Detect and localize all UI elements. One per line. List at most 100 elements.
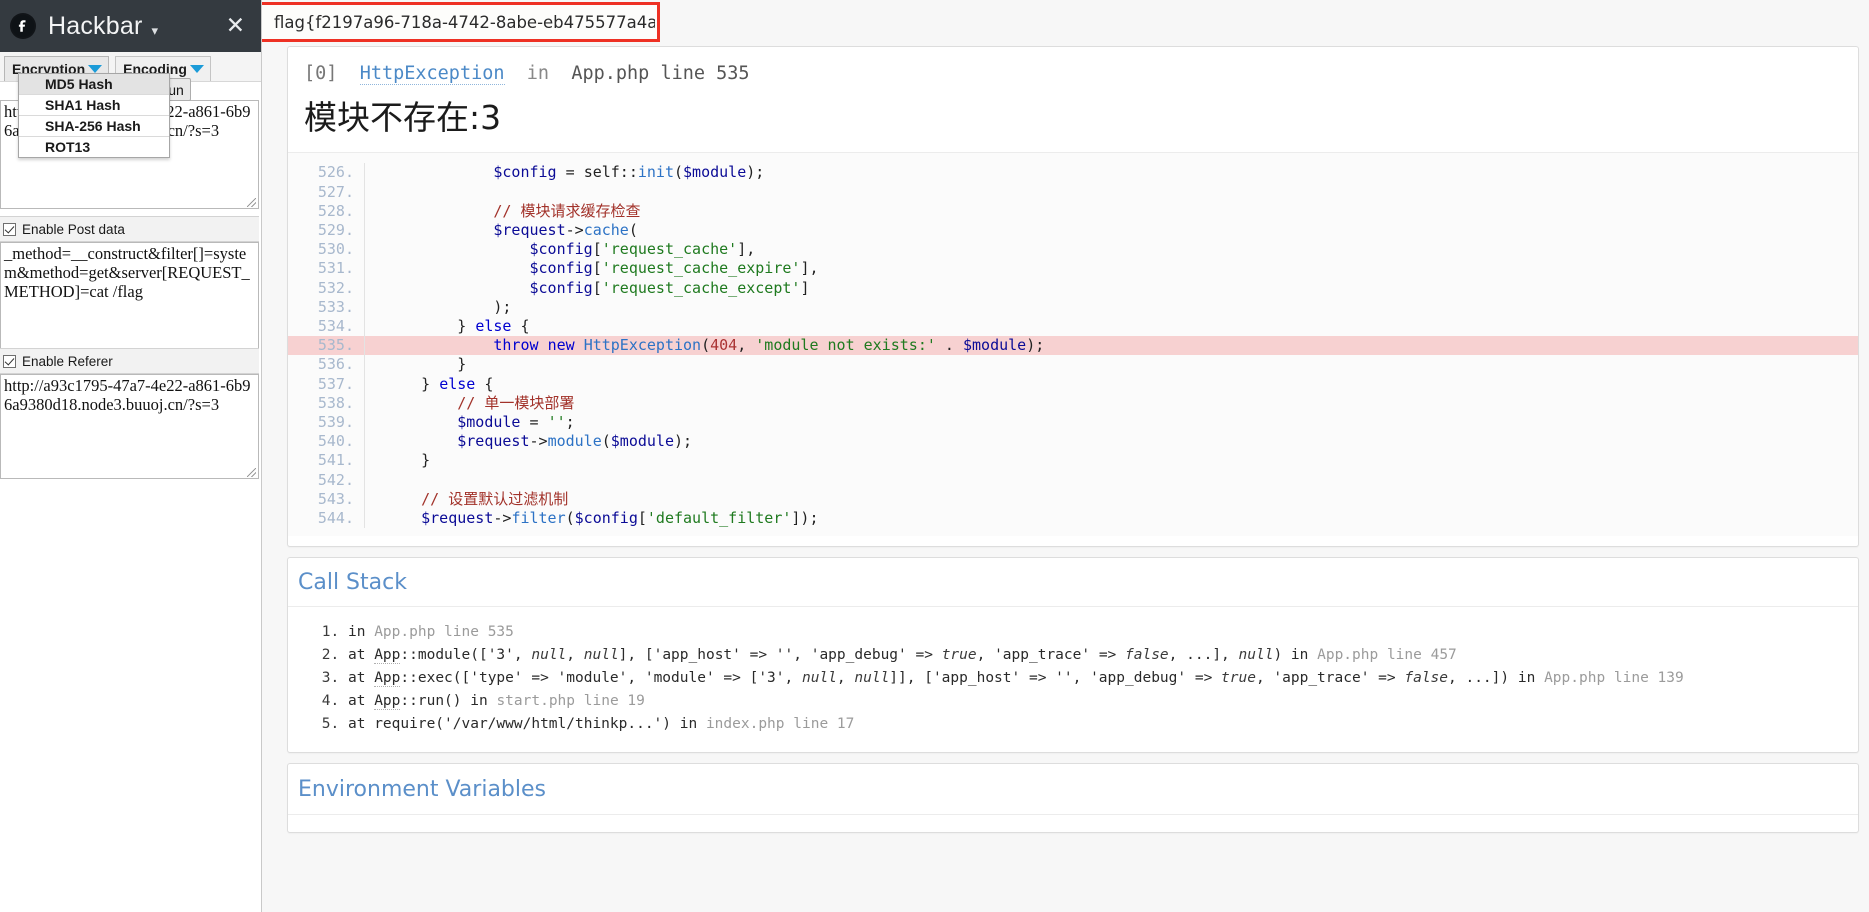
code-line-text: } else { (385, 374, 494, 393)
code-line-text: } else { (385, 316, 530, 335)
hackbar-logo-icon (10, 13, 36, 39)
menu-item-sha256-hash[interactable]: SHA-256 Hash (19, 116, 169, 137)
code-line-number: 530. (288, 240, 365, 260)
code-line-text: // 模块请求缓存检查 (493, 201, 641, 220)
code-line: 542. (288, 470, 1858, 490)
code-line-number: 543. (288, 489, 365, 509)
code-line: 527. (288, 182, 1858, 202)
menu-item-sha1-hash[interactable]: SHA1 Hash (19, 95, 169, 116)
menu-item-md5-hash[interactable]: MD5 Hash (19, 74, 169, 95)
code-line: 535. throw new HttpException(404, 'modul… (288, 336, 1858, 356)
code-line-number: 533. (288, 297, 365, 317)
code-line-number: 544. (288, 508, 365, 529)
post-data-input[interactable]: _method=__construct&filter[]=system&meth… (0, 242, 259, 360)
code-line-number: 536. (288, 355, 365, 375)
enable-post-data-checkbox[interactable] (3, 222, 16, 236)
environment-variables-title: Environment Variables (288, 764, 1858, 816)
call-stack-item: at App::exec(['type' => 'module', 'modul… (348, 667, 1848, 690)
code-line: 533. ); (288, 297, 1858, 317)
enable-post-data-row[interactable]: Enable Post data (0, 216, 259, 242)
enable-post-data-label: Enable Post data (22, 221, 125, 237)
chevron-down-icon (189, 64, 204, 73)
code-line: 536. } (288, 355, 1858, 375)
code-line-number: 538. (288, 393, 365, 413)
code-line-number: 526. (288, 163, 365, 183)
code-line-number: 542. (288, 470, 365, 490)
exception-header-card: [0] HttpException in App.php line 535 模块… (287, 46, 1859, 548)
code-line: 543. // 设置默认过滤机制 (288, 489, 1858, 509)
code-line-number: 532. (288, 278, 365, 298)
code-line-text: // 设置默认过滤机制 (421, 489, 569, 508)
exception-message: 模块不存在:3 (304, 98, 502, 137)
call-stack-item: at App::run() in start.php line 19 (348, 690, 1848, 713)
code-line: 538. // 单一模块部署 (288, 393, 1858, 413)
code-line-number: 535. (288, 336, 365, 356)
code-line: 526. $config = self::init($module); (288, 163, 1858, 183)
environment-variables-card: Environment Variables (287, 763, 1859, 834)
code-line: 541. } (288, 451, 1858, 471)
menu-item-rot13[interactable]: ROT13 (19, 137, 169, 157)
source-code-block: 526. $config = self::init($module); 527. 5… (288, 152, 1858, 537)
code-line: 534. } else { (288, 316, 1858, 337)
code-line-number: 529. (288, 220, 365, 241)
close-icon[interactable]: ✕ (222, 13, 249, 40)
code-line-text: throw new HttpException(404, 'module not… (493, 336, 1045, 355)
code-line-text: $config['request_cache_expire'], (529, 259, 819, 278)
hackbar-panel: Hackbar ▾ ✕ Encryption Encoding Run http… (0, 0, 262, 912)
thinkphp-exception-page: [0] HttpException in App.php line 535 模块… (262, 0, 1869, 912)
enable-referer-label: Enable Referer (22, 353, 113, 369)
encryption-dropdown-menu: MD5 Hash SHA1 Hash SHA-256 Hash ROT13 (18, 73, 170, 158)
code-line-text: $request->module($module); (457, 432, 693, 451)
code-line: 531. $config['request_cache_expire'], (288, 259, 1858, 279)
code-line: 530. $config['request_cache'], (288, 240, 1858, 260)
code-line-number: 528. (288, 201, 365, 221)
enable-referer-row[interactable]: Enable Referer (0, 348, 259, 374)
referer-section: Enable Referer http://a93c1795-47a7-4e22… (0, 348, 259, 479)
chevron-down-icon (88, 64, 103, 73)
call-stack-list: in App.php line 535at App::module(['3', … (288, 607, 1858, 752)
enable-referer-checkbox[interactable] (3, 354, 16, 368)
code-line-number: 534. (288, 316, 365, 337)
exception-file-line: App.php line 535 (571, 63, 750, 84)
code-line-text: } (385, 451, 431, 470)
code-line-text: } (385, 355, 467, 374)
exception-in-word: in (526, 63, 550, 84)
referer-input[interactable]: http://a93c1795-47a7-4e22-a861-6b96a9380… (0, 374, 259, 479)
hackbar-titlebar: Hackbar ▾ ✕ (0, 0, 261, 52)
post-data-section: Enable Post data _method=__construct&fil… (0, 216, 259, 360)
hackbar-title: Hackbar (48, 11, 143, 40)
exception-class-link[interactable]: HttpException (359, 63, 505, 85)
code-line-text: $module = ''; (457, 412, 575, 431)
code-line-text: $config['request_cache'], (529, 240, 756, 259)
code-line: 544. $request->filter($config['default_f… (288, 508, 1858, 529)
code-line-text: $request->filter($config['default_filter… (421, 508, 819, 527)
code-line: 540. $request->module($module); (288, 432, 1858, 452)
code-line-number: 537. (288, 374, 365, 394)
call-stack-card: Call Stack in App.php line 535at App::mo… (287, 557, 1859, 754)
code-line-number: 527. (288, 182, 365, 202)
flag-input[interactable] (262, 11, 657, 33)
call-stack-item: at require('/var/www/html/thinkp...') in… (348, 713, 1848, 736)
code-line-text: ); (385, 297, 512, 316)
call-stack-item: in App.php line 535 (348, 621, 1848, 644)
chevron-down-icon[interactable]: ▾ (152, 24, 159, 37)
code-line: 528. // 模块请求缓存检查 (288, 201, 1858, 221)
code-line: 539. $module = ''; (288, 412, 1858, 433)
code-line-number: 540. (288, 432, 365, 452)
exception-title-line: [0] HttpException in App.php line 535 (288, 63, 1858, 98)
screen-root: Hackbar ▾ ✕ Encryption Encoding Run http… (0, 0, 1869, 912)
flag-field-highlight (262, 2, 660, 42)
code-line-text: $config = self::init($module); (493, 163, 765, 182)
code-line-number: 531. (288, 259, 365, 279)
code-line-number: 539. (288, 412, 365, 433)
code-line-number: 541. (288, 451, 365, 471)
code-line-text: $config['request_cache_except'] (529, 278, 810, 297)
code-line: 537. } else { (288, 374, 1858, 394)
code-line: 529. $request->cache( (288, 220, 1858, 241)
code-line: 532. $config['request_cache_except'] (288, 278, 1858, 298)
call-stack-item: at App::module(['3', null, null], ['app_… (348, 644, 1848, 667)
call-stack-title: Call Stack (288, 558, 1858, 608)
exception-index: [0] (304, 63, 338, 84)
